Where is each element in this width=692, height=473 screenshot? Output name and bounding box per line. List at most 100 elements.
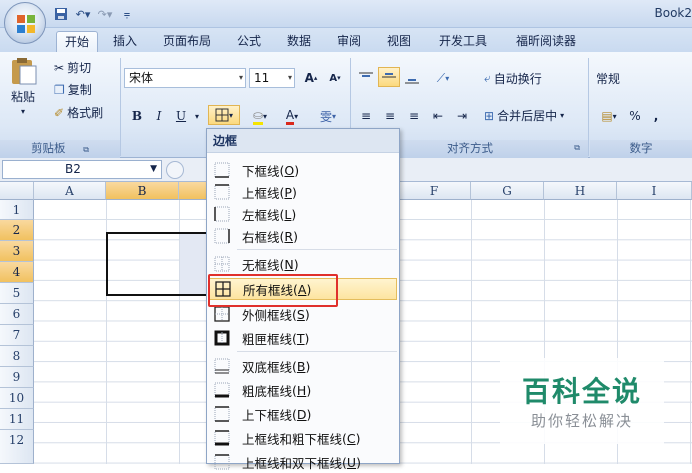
formula-bar-splitter[interactable]: [166, 161, 184, 179]
highlight-annotation: [208, 274, 338, 307]
font-color-button[interactable]: A▾: [278, 106, 306, 126]
menu-item-bottom-border[interactable]: 下框线(O): [209, 159, 397, 181]
column-header[interactable]: H: [544, 182, 617, 200]
no-border-icon: [214, 256, 230, 272]
column-header[interactable]: F: [398, 182, 471, 200]
menu-item-top-border[interactable]: 上框线(P): [209, 181, 397, 203]
align-bottom-button[interactable]: [402, 68, 422, 88]
tab-insert[interactable]: 插入: [108, 31, 142, 52]
name-box[interactable]: B2▼: [2, 160, 162, 179]
dialog-launcher-icon[interactable]: ⧉: [574, 140, 580, 156]
group-divider: [120, 58, 121, 156]
row-header[interactable]: 7: [0, 325, 34, 346]
row-header[interactable]: 4: [0, 262, 34, 283]
font-color-icon: A: [286, 108, 294, 125]
tab-formulas[interactable]: 公式: [232, 31, 266, 52]
orientation-icon: ⟋: [437, 71, 445, 86]
bold-button[interactable]: B: [128, 106, 146, 126]
menu-item-no-border[interactable]: 无框线(N): [209, 253, 397, 275]
row-header[interactable]: 2: [0, 220, 34, 241]
customize-qat-icon[interactable]: ⩦: [118, 6, 136, 22]
chevron-down-icon: ▾: [288, 69, 292, 87]
chevron-down-icon: ▼: [150, 161, 157, 178]
number-format-combo[interactable]: 常规: [596, 70, 620, 87]
column-header[interactable]: B: [106, 182, 179, 200]
save-icon[interactable]: [52, 6, 70, 22]
title-bar: ↶▾ ↷▾ ⩦ Book2: [0, 0, 692, 28]
tab-foxit-reader[interactable]: 福昕阅读器: [508, 31, 584, 52]
tab-home[interactable]: 开始: [56, 31, 98, 52]
align-middle-button[interactable]: [378, 67, 400, 87]
undo-icon[interactable]: ↶▾: [74, 6, 92, 22]
align-right-button[interactable]: ≡: [404, 106, 424, 126]
menu-item-left-border[interactable]: 左框线(L): [209, 203, 397, 225]
wrap-text-icon: ⤶: [484, 71, 491, 86]
group-divider: [588, 58, 589, 156]
menu-separator: [237, 351, 397, 352]
align-top-button[interactable]: [356, 68, 376, 88]
percent-button[interactable]: %: [626, 106, 644, 126]
row-header[interactable]: 3: [0, 241, 34, 262]
phonetic-button[interactable]: 雯▾: [312, 106, 344, 126]
row-header[interactable]: 5: [0, 283, 34, 304]
paste-button[interactable]: 粘贴 ▾: [8, 56, 38, 116]
fill-color-button[interactable]: ⛀▾: [246, 106, 274, 126]
format-painter-button[interactable]: ✐格式刷: [54, 104, 103, 121]
italic-button[interactable]: I: [150, 106, 168, 126]
tab-page-layout[interactable]: 页面布局: [156, 31, 218, 52]
copy-button[interactable]: ❐复制: [54, 81, 92, 98]
thick-bottom-border-icon: [214, 382, 230, 398]
row-header[interactable]: 6: [0, 304, 34, 325]
menu-item-top-double-bottom-border[interactable]: 上框线和双下框线(U): [209, 451, 397, 473]
column-header[interactable]: A: [34, 182, 106, 200]
merge-center-label: 合并后居中: [497, 107, 557, 124]
font-name-combo[interactable]: 宋体▾: [124, 68, 246, 88]
currency-button[interactable]: ▤▾: [594, 106, 624, 126]
tab-view[interactable]: 视图: [382, 31, 416, 52]
wrap-text-button[interactable]: ⤶自动换行: [484, 70, 542, 87]
outside-borders-icon: [214, 306, 230, 322]
format-painter-label: 格式刷: [67, 104, 103, 121]
menu-item-thick-box-border[interactable]: 粗匣框线(T): [209, 327, 397, 349]
cut-button[interactable]: ✂剪切: [54, 59, 91, 76]
top-bottom-border-icon: [214, 406, 230, 422]
comma-button[interactable]: ,: [648, 106, 664, 126]
border-dropdown-button[interactable]: ▾: [208, 105, 240, 125]
select-all-corner[interactable]: [0, 182, 34, 200]
tab-review[interactable]: 审阅: [332, 31, 366, 52]
menu-item-top-thick-bottom-border[interactable]: 上框线和粗下框线(C): [209, 427, 397, 449]
menu-item-label: 右框线: [242, 227, 280, 246]
menu-item-double-bottom-border[interactable]: 双底框线(B): [209, 355, 397, 377]
align-left-button[interactable]: ≡: [356, 106, 376, 126]
row-header[interactable]: 12: [0, 430, 34, 464]
decrease-indent-button[interactable]: ⇤: [428, 106, 448, 126]
orientation-button[interactable]: ⟋▾: [426, 68, 460, 88]
column-header[interactable]: G: [471, 182, 544, 200]
font-size-combo[interactable]: 11▾: [249, 68, 295, 88]
row-header[interactable]: 9: [0, 367, 34, 388]
double-bottom-border-icon: [214, 358, 230, 374]
increase-indent-button[interactable]: ⇥: [452, 106, 472, 126]
column-header[interactable]: I: [617, 182, 692, 200]
dialog-launcher-icon[interactable]: ⧉: [83, 145, 89, 154]
merge-center-button[interactable]: ⊞合并后居中▾: [484, 107, 564, 124]
align-center-button[interactable]: ≡: [380, 106, 400, 126]
copy-label: 复制: [68, 81, 92, 98]
menu-item-right-border[interactable]: 右框线(R): [209, 225, 397, 247]
shrink-font-button[interactable]: A▾: [324, 68, 346, 88]
redo-icon[interactable]: ↷▾: [96, 6, 114, 22]
underline-button[interactable]: U: [172, 106, 190, 126]
row-header[interactable]: 10: [0, 388, 34, 409]
row-header[interactable]: 8: [0, 346, 34, 367]
office-button[interactable]: [4, 2, 46, 44]
row-header[interactable]: 1: [0, 200, 34, 220]
grow-font-button[interactable]: A▴: [300, 68, 322, 88]
menu-item-label: 上框线和粗下框线: [242, 429, 342, 448]
chevron-down-icon[interactable]: ▾: [192, 106, 202, 126]
row-header[interactable]: 11: [0, 409, 34, 430]
menu-item-top-bottom-border[interactable]: 上下框线(D): [209, 403, 397, 425]
tab-developer[interactable]: 开发工具: [432, 31, 494, 52]
menu-item-thick-bottom-border[interactable]: 粗底框线(H): [209, 379, 397, 401]
cut-label: 剪切: [67, 59, 91, 76]
tab-data[interactable]: 数据: [282, 31, 316, 52]
